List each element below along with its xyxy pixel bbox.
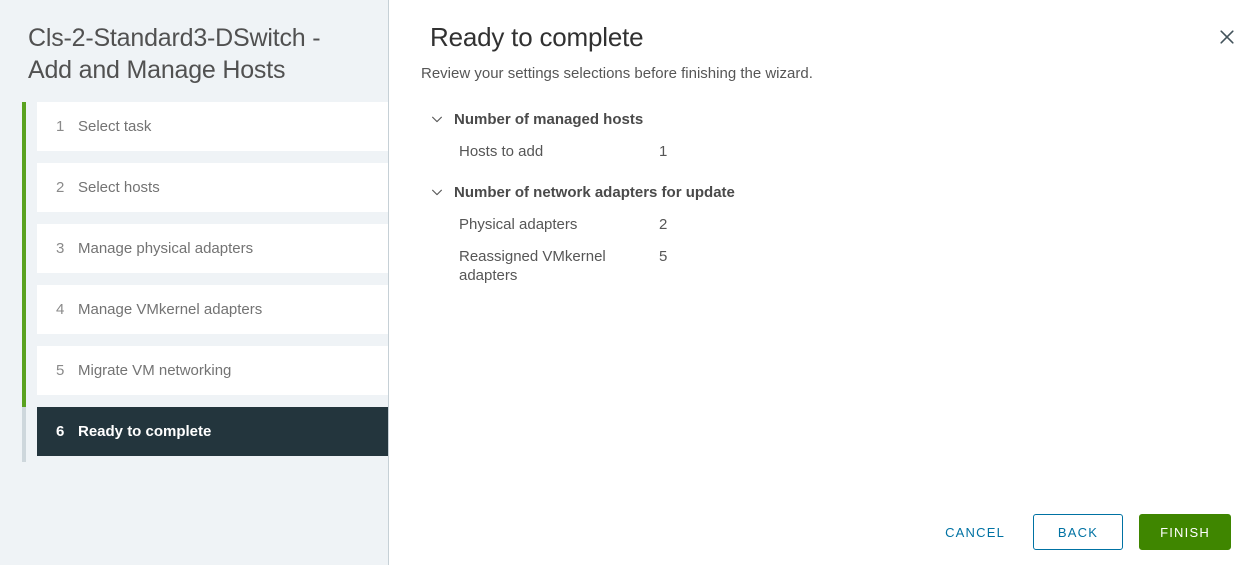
summary-section: Number of network adapters for update Phy… [430,181,1260,285]
finish-button[interactable]: FINISH [1139,514,1231,550]
step-label: Manage physical adapters [78,240,254,257]
page-subtitle: Review your settings selections before f… [421,65,813,82]
chevron-down-icon [430,185,444,199]
step-number: 6 [56,423,65,440]
summary-row-label: Physical adapters [459,216,578,233]
section-rows: Hosts to add 1 [430,142,1260,161]
step-number: 3 [56,240,65,257]
summary-row: Reassigned VMkernel adapters 5 [430,247,1260,285]
step-number: 4 [56,301,65,318]
step-label: Select hosts [78,179,160,196]
summary-row-label: Hosts to add [459,143,544,160]
wizard-sidebar: Cls-2-Standard3-DSwitch - Add and Manage… [0,0,389,565]
sidebar-step-2[interactable]: 2 Select hosts [37,163,388,212]
section-toggle[interactable]: Number of managed hosts [430,108,1260,130]
summary-section: Number of managed hosts Hosts to add 1 [430,108,1260,161]
cancel-button[interactable]: CANCEL [933,514,1017,550]
sidebar-step-5[interactable]: 5 Migrate VM networking [37,346,388,395]
wizard-footer: CANCEL BACK FINISH [389,499,1260,565]
summary-row-label: Reassigned VMkernel adapters [459,248,606,284]
step-number: 2 [56,179,65,196]
summary-row-value: 5 [659,248,668,265]
section-rows: Physical adapters 2 Reassigned VMkernel ad… [430,215,1260,285]
close-icon[interactable] [1214,24,1240,50]
step-label: Migrate VM networking [78,362,232,379]
step-label: Ready to complete [78,423,212,440]
summary-row: Hosts to add 1 [430,142,1260,161]
step-number: 1 [56,118,65,135]
section-title: Number of network adapters for update [454,183,735,201]
chevron-down-icon [430,112,444,126]
page-title: Ready to complete [430,22,644,52]
wizard-content: Ready to complete Review your settings s… [389,0,1260,565]
wizard-step-list: 1 Select task 2 Select hosts 3 Manage physica… [22,102,388,456]
back-button[interactable]: BACK [1033,514,1123,550]
summary-sections: Number of managed hosts Hosts to add 1 Numb… [389,108,1260,285]
section-toggle[interactable]: Number of network adapters for update [430,181,1260,203]
sidebar-step-6[interactable]: 6 Ready to complete [37,407,388,456]
step-label: Manage VMkernel adapters [78,301,263,318]
summary-row-value: 1 [659,143,668,160]
step-number: 5 [56,362,65,379]
section-title: Number of managed hosts [454,110,644,128]
wizard-title: Cls-2-Standard3-DSwitch - Add and Manage… [28,24,321,84]
wizard-steps-container: 1 Select task 2 Select hosts 3 Manage physica… [0,102,388,462]
sidebar-step-3[interactable]: 3 Manage physical adapters [37,224,388,273]
summary-row: Physical adapters 2 [430,215,1260,234]
summary-row-value: 2 [659,216,668,233]
sidebar-step-4[interactable]: 4 Manage VMkernel adapters [37,285,388,334]
add-and-manage-hosts-wizard: Cls-2-Standard3-DSwitch - Add and Manage… [0,0,1260,565]
step-label: Select task [78,118,152,135]
sidebar-step-1[interactable]: 1 Select task [37,102,388,151]
